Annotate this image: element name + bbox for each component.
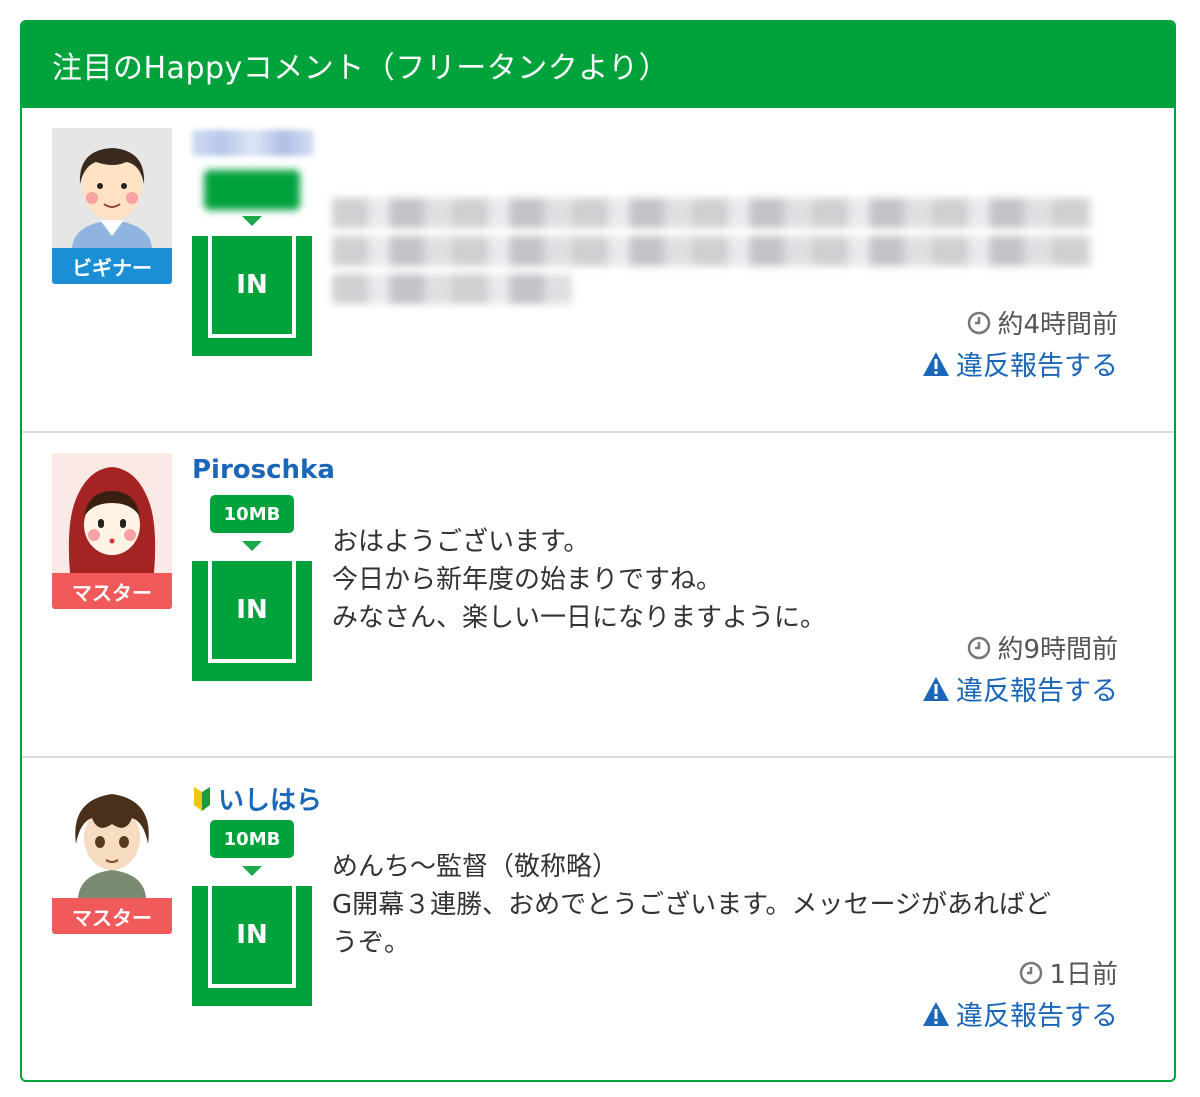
comment-message: めんち〜監督（敬称略） G開幕３連勝、おめでとうございます。メッセージがあればど… — [332, 852, 1052, 958]
clock-icon — [968, 311, 991, 334]
in-label: IN — [208, 561, 296, 663]
warning-icon — [923, 676, 949, 701]
in-badge: IN — [192, 236, 312, 356]
username-text: Piroschka — [192, 455, 335, 485]
size-tag: 10MB — [210, 495, 294, 533]
panel-title: 注目のHappyコメント（フリータンクより） — [52, 51, 670, 86]
report-text: 違反報告する — [956, 676, 1118, 707]
timestamp-text: 1日前 — [1049, 960, 1118, 990]
avatar-container[interactable]: ビギナー — [52, 128, 172, 284]
comment-item: ビギナー IN 約4時間前 違反報告する — [22, 108, 1174, 433]
timestamp-text: 約9時間前 — [997, 635, 1118, 665]
warning-icon — [923, 1001, 949, 1026]
username-link[interactable]: Piroschka — [192, 455, 335, 485]
in-label: IN — [208, 886, 296, 988]
timestamp: 約4時間前 — [967, 304, 1118, 341]
in-label: IN — [208, 236, 296, 338]
avatar-red-hood-girl — [52, 453, 172, 573]
report-link[interactable]: 違反報告する — [922, 669, 1118, 708]
avatar-container[interactable]: マスター — [52, 453, 172, 609]
in-badge: IN — [192, 886, 312, 1006]
panel-header: 注目のHappyコメント（フリータンクより） — [22, 22, 1174, 108]
happy-comments-panel: 注目のHappyコメント（フリータンクより） ビギナー IN 約4時間前 違反報… — [20, 20, 1176, 1082]
report-link[interactable]: 違反報告する — [922, 994, 1118, 1033]
warning-icon — [923, 351, 949, 376]
report-text: 違反報告する — [956, 1001, 1118, 1032]
username-text: いしはら — [218, 786, 323, 816]
username-blurred[interactable] — [192, 130, 314, 156]
beginner-mark-icon — [194, 786, 210, 811]
timestamp: 1日前 — [1019, 954, 1118, 991]
rank-badge: マスター — [52, 573, 172, 609]
username-link[interactable]: いしはら — [192, 780, 322, 817]
comment-message: おはようございます。 今日から新年度の始まりですね。 みなさん、楽しい一日になり… — [332, 527, 827, 633]
size-tag — [204, 170, 300, 210]
comment-item: マスター いしはら 10MB IN めんち〜監督（敬称略） G開幕３連勝、おめで… — [22, 758, 1174, 1080]
comment-item: マスター Piroschka 10MB IN おはようございます。 今日から新年… — [22, 433, 1174, 758]
down-arrow-icon — [242, 541, 262, 551]
timestamp-text: 約4時間前 — [997, 310, 1118, 340]
report-link[interactable]: 違反報告する — [922, 344, 1118, 383]
down-arrow-icon — [242, 216, 262, 226]
in-badge: IN — [192, 561, 312, 681]
avatar-brown-hair-boy — [52, 778, 172, 898]
avatar-beginner-man — [52, 128, 172, 248]
clock-icon — [968, 636, 991, 659]
report-text: 違反報告する — [956, 351, 1118, 382]
down-arrow-icon — [242, 866, 262, 876]
avatar-container[interactable]: マスター — [52, 778, 172, 934]
clock-icon — [1020, 961, 1043, 984]
rank-badge: ビギナー — [52, 248, 172, 284]
rank-badge: マスター — [52, 898, 172, 934]
timestamp: 約9時間前 — [967, 629, 1118, 666]
size-tag: 10MB — [210, 820, 294, 858]
